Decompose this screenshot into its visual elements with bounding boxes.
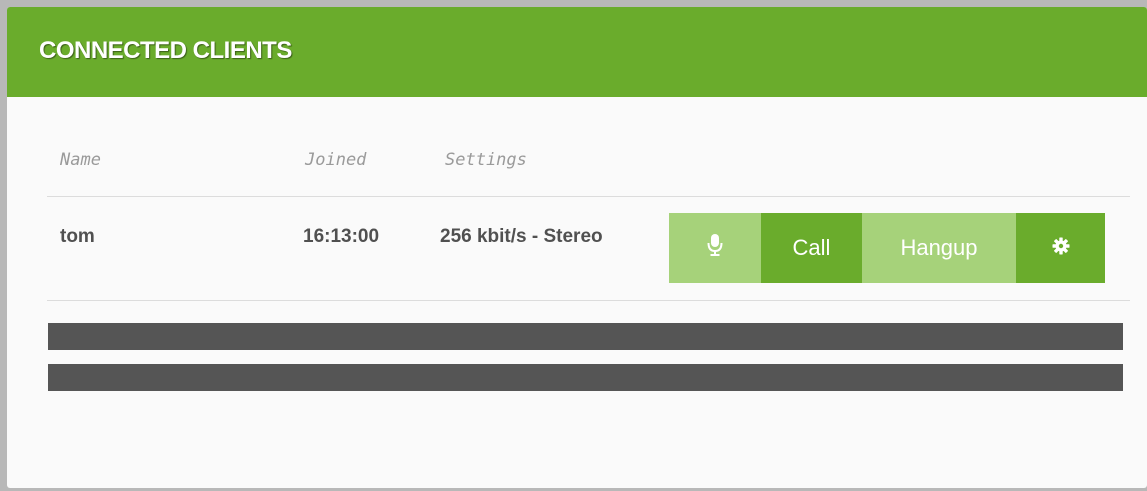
client-name: tom	[60, 226, 95, 247]
connected-clients-panel: CONNECTED CLIENTS Name Joined Settings t…	[7, 7, 1147, 488]
column-header-name: Name	[60, 150, 101, 170]
gear-icon	[1052, 235, 1070, 261]
level-meter-2	[48, 364, 1123, 391]
column-header-joined: Joined	[305, 150, 367, 170]
panel-header: CONNECTED CLIENTS	[7, 7, 1147, 97]
level-meter-1	[48, 323, 1123, 350]
hangup-button[interactable]: Hangup	[862, 213, 1016, 283]
client-joined-time: 16:13:00	[303, 226, 380, 247]
header-divider	[47, 196, 1130, 197]
call-button[interactable]: Call	[761, 213, 862, 283]
microphone-icon	[707, 233, 723, 263]
panel-title: CONNECTED CLIENTS	[39, 37, 292, 64]
column-header-settings: Settings	[445, 150, 527, 170]
client-settings: 256 kbit/s - Stereo	[440, 226, 603, 247]
row-divider	[47, 300, 1130, 301]
microphone-button[interactable]	[669, 213, 761, 283]
client-action-buttons: Call Hangup	[669, 213, 1105, 283]
settings-button[interactable]	[1016, 213, 1105, 283]
